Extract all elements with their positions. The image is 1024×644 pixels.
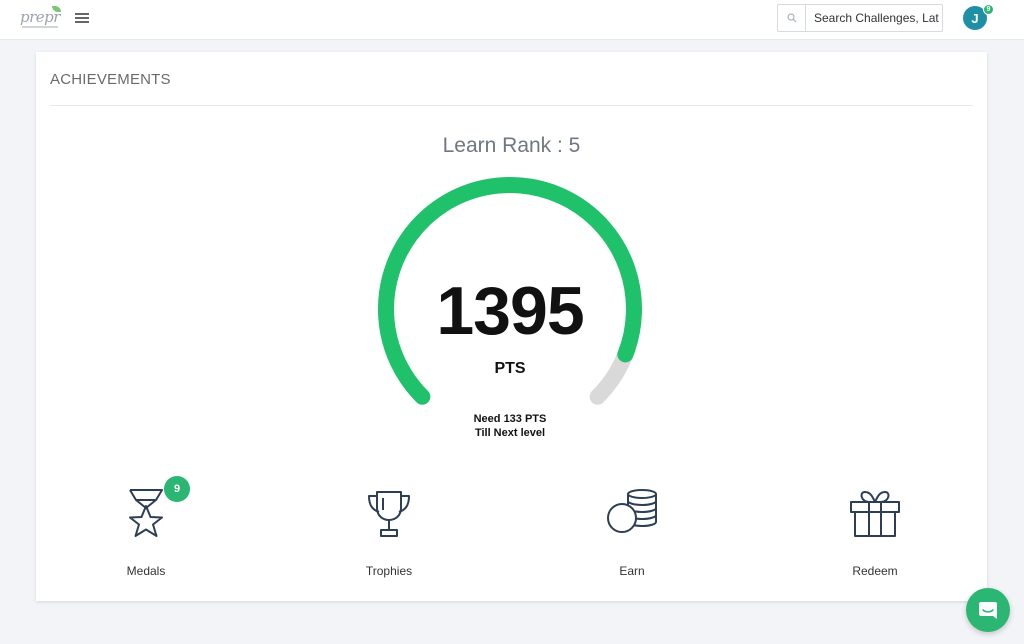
divider (50, 105, 973, 106)
hamburger-menu-icon[interactable] (75, 11, 89, 25)
prepr-logo[interactable]: prepr (20, 6, 64, 30)
trophies-label: Trophies (365, 564, 413, 578)
next-level-note: Need 133 PTS Till Next level (374, 412, 646, 440)
trophies-item[interactable]: Trophies (329, 486, 449, 586)
top-navbar: prepr J 9 (0, 0, 1024, 40)
medals-item[interactable]: Medals (86, 486, 206, 586)
achievements-card: ACHIEVEMENTS Learn Rank : 5 1395 PTS Nee… (36, 52, 987, 601)
trophy-icon (368, 491, 410, 537)
logo-tagline (22, 26, 58, 28)
card-title: ACHIEVEMENTS (50, 71, 171, 88)
points-unit: PTS (494, 360, 526, 377)
coins-icon (607, 489, 657, 533)
learn-rank: Learn Rank : 5 (442, 134, 581, 157)
search-input[interactable] (806, 5, 942, 31)
search-icon[interactable] (778, 5, 806, 31)
points-value: 1395 (436, 273, 584, 349)
gift-icon (850, 491, 900, 537)
earn-label: Earn (619, 564, 645, 578)
earn-item[interactable]: Earn (572, 486, 692, 586)
chat-launcher-button[interactable] (966, 588, 1010, 632)
medals-label: Medals (126, 564, 166, 578)
chat-icon (979, 602, 997, 619)
notification-badge: 9 (983, 4, 994, 15)
redeem-label: Redeem (852, 564, 898, 578)
need-points-text: Need 133 PTS (473, 413, 547, 425)
till-next-level-text: Till Next level (474, 427, 546, 439)
search-box (777, 4, 943, 32)
medals-count-badge: 9 (164, 476, 190, 502)
redeem-item[interactable]: Redeem (815, 486, 935, 586)
